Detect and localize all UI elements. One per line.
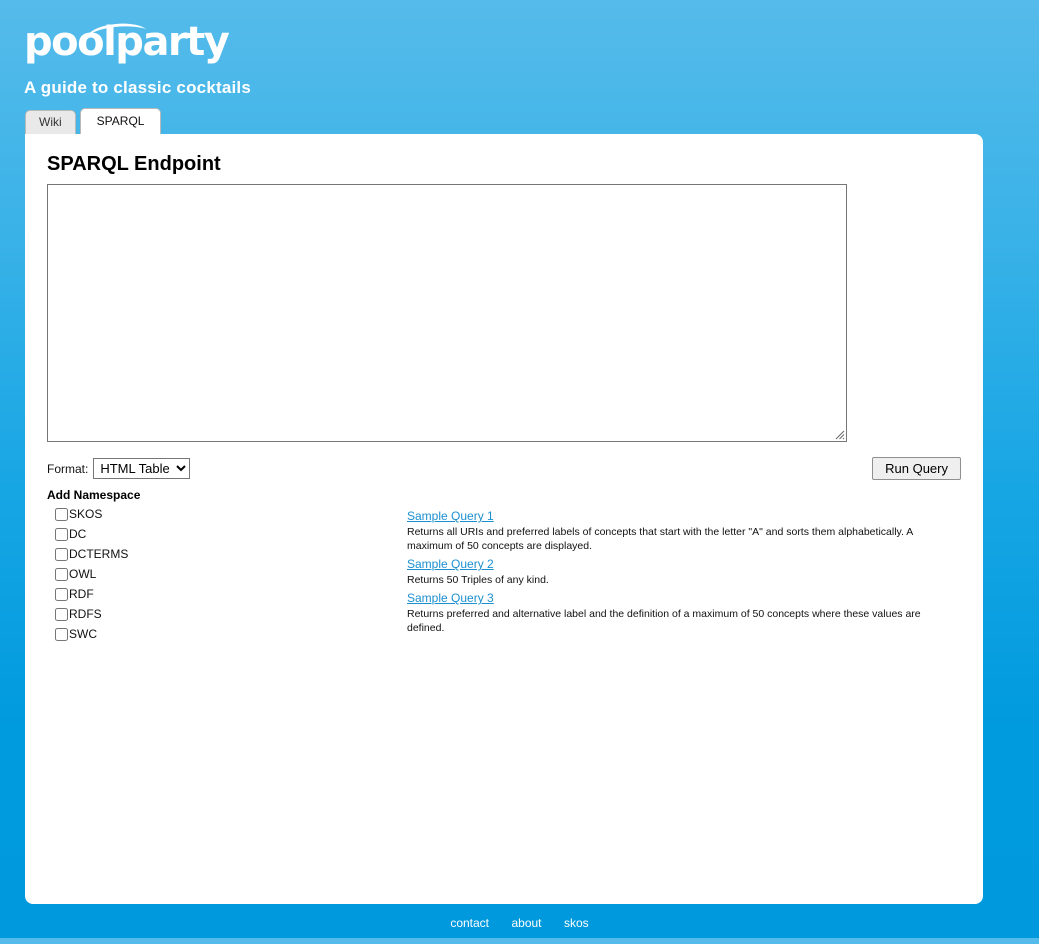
namespace-checkbox-rdfs[interactable]	[55, 608, 68, 621]
namespace-label: RDF	[69, 588, 94, 601]
controls-row: Format: HTML Table Run Query	[47, 457, 961, 480]
namespace-checkbox-owl[interactable]	[55, 568, 68, 581]
namespace-checkbox-skos[interactable]	[55, 508, 68, 521]
namespace-checkbox-dc[interactable]	[55, 528, 68, 541]
namespace-checkbox-swc[interactable]	[55, 628, 68, 641]
sample-query-2-description: Returns 50 Triples of any kind.	[407, 573, 947, 587]
tab-bar: Wiki SPARQL	[25, 110, 1039, 134]
run-query-button[interactable]: Run Query	[872, 457, 961, 480]
namespace-item-rdfs[interactable]: RDFS	[55, 604, 407, 624]
page-title: A guide to classic cocktails	[24, 78, 1039, 98]
namespace-item-rdf[interactable]: RDF	[55, 584, 407, 604]
namespace-item-dcterms[interactable]: DCTERMS	[55, 544, 407, 564]
sample-query-1-link[interactable]: Sample Query 1	[407, 508, 494, 524]
content-panel: SPARQL Endpoint Format: HTML Table Run Q…	[25, 134, 983, 904]
tab-sparql[interactable]: SPARQL	[80, 108, 162, 134]
query-input-wrapper	[47, 184, 847, 442]
namespace-checkbox-dcterms[interactable]	[55, 548, 68, 561]
namespace-item-skos[interactable]: SKOS	[55, 504, 407, 524]
sample-query-3-link[interactable]: Sample Query 3	[407, 590, 494, 606]
namespace-item-dc[interactable]: DC	[55, 524, 407, 544]
page-header: poolparty A guide to classic cocktails	[0, 10, 1039, 98]
sample-query-3: Sample Query 3 Returns preferred and alt…	[407, 589, 952, 635]
sample-queries-section: Sample Query 1 Returns all URIs and pref…	[407, 504, 952, 637]
poolparty-logo[interactable]: poolparty	[24, 10, 224, 62]
lower-section: SKOS DC DCTERMS OWL RDF RDFS	[47, 504, 961, 644]
tab-wiki[interactable]: Wiki	[25, 110, 76, 134]
sample-query-2: Sample Query 2 Returns 50 Triples of any…	[407, 555, 952, 587]
namespace-item-swc[interactable]: SWC	[55, 624, 407, 644]
namespace-label: SKOS	[69, 508, 102, 521]
sparql-query-textarea[interactable]	[47, 184, 847, 442]
sample-query-1-description: Returns all URIs and preferred labels of…	[407, 525, 947, 553]
namespace-label: SWC	[69, 628, 97, 641]
page-footer: contact about skos	[0, 914, 1039, 944]
namespace-label: RDFS	[69, 608, 102, 621]
namespace-checkbox-rdf[interactable]	[55, 588, 68, 601]
sample-query-3-description: Returns preferred and alternative label …	[407, 607, 947, 635]
logo-wordmark: poolparty	[24, 16, 228, 68]
add-namespace-heading: Add Namespace	[47, 488, 961, 502]
namespace-label: DC	[69, 528, 86, 541]
sample-query-2-link[interactable]: Sample Query 2	[407, 556, 494, 572]
namespace-item-owl[interactable]: OWL	[55, 564, 407, 584]
format-label: Format:	[47, 462, 88, 476]
sample-query-1: Sample Query 1 Returns all URIs and pref…	[407, 507, 952, 553]
namespace-label: DCTERMS	[69, 548, 128, 561]
panel-heading: SPARQL Endpoint	[47, 153, 961, 176]
format-select[interactable]: HTML Table	[93, 458, 190, 479]
namespace-label: OWL	[69, 568, 96, 581]
namespace-checkbox-list: SKOS DC DCTERMS OWL RDF RDFS	[47, 504, 407, 644]
